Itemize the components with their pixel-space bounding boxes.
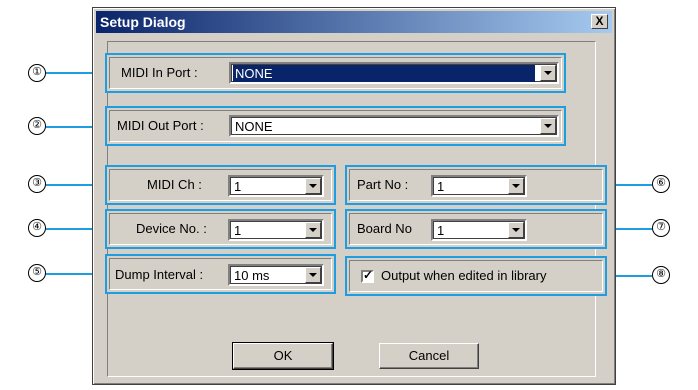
callout-1: ① xyxy=(28,64,46,82)
callout-7: ⑦ xyxy=(652,219,670,237)
title-bar[interactable]: Setup Dialog X xyxy=(96,11,612,33)
callout-2: ② xyxy=(28,117,46,135)
device-no-select[interactable]: 1 xyxy=(228,219,324,241)
midi-in-select[interactable]: NONE xyxy=(229,62,559,84)
board-no-dropdown-icon[interactable] xyxy=(508,222,524,238)
midi-ch-value: 1 xyxy=(234,179,242,194)
dump-interval-dropdown-icon[interactable] xyxy=(305,267,321,283)
dump-interval-label: Dump Interval : xyxy=(115,267,204,282)
ok-button[interactable]: OK xyxy=(232,342,334,370)
close-button[interactable]: X xyxy=(591,14,608,29)
part-no-group: Part No : 1 xyxy=(345,165,607,205)
midi-in-label: MIDI In Port : xyxy=(121,65,198,80)
output-edited-label[interactable]: Output when edited in library xyxy=(381,268,546,283)
midi-out-label: MIDI Out Port : xyxy=(117,118,204,133)
midi-out-value: NONE xyxy=(235,119,273,134)
callout-5: ⑤ xyxy=(28,264,46,282)
midi-in-dropdown-icon[interactable] xyxy=(540,65,556,81)
board-no-value: 1 xyxy=(437,223,445,238)
midi-out-group: MIDI Out Port : NONE xyxy=(105,106,566,146)
device-no-label: Device No. : xyxy=(136,221,207,236)
midi-in-group: MIDI In Port : NONE xyxy=(105,53,566,93)
midi-in-value: NONE xyxy=(233,65,535,82)
device-no-dropdown-icon[interactable] xyxy=(305,222,321,238)
board-no-group: Board No 1 xyxy=(345,209,607,249)
output-edited-group: ✓ Output when edited in library xyxy=(345,256,607,296)
part-no-value: 1 xyxy=(437,179,445,194)
callout-4: ④ xyxy=(28,219,46,237)
part-no-select[interactable]: 1 xyxy=(431,175,527,197)
dump-interval-select[interactable]: 10 ms xyxy=(228,264,324,286)
check-icon: ✓ xyxy=(363,268,374,282)
callout-8: ⑧ xyxy=(652,266,670,284)
output-edited-checkbox[interactable]: ✓ xyxy=(361,268,374,283)
part-no-label: Part No : xyxy=(357,177,409,192)
callout-3: ③ xyxy=(28,175,46,193)
part-no-dropdown-icon[interactable] xyxy=(508,178,524,194)
dump-interval-group: Dump Interval : 10 ms xyxy=(105,254,336,294)
midi-out-dropdown-icon[interactable] xyxy=(540,118,556,134)
cancel-button[interactable]: Cancel xyxy=(379,343,479,369)
device-no-value: 1 xyxy=(234,223,242,238)
board-no-select[interactable]: 1 xyxy=(431,219,527,241)
close-icon: X xyxy=(595,14,604,28)
dump-interval-value: 10 ms xyxy=(234,268,270,283)
midi-out-select[interactable]: NONE xyxy=(229,115,559,137)
midi-ch-dropdown-icon[interactable] xyxy=(305,178,321,194)
device-no-group: Device No. : 1 xyxy=(105,209,336,249)
setup-dialog: Setup Dialog X MIDI In Port : NONE MIDI … xyxy=(92,7,616,385)
midi-ch-label: MIDI Ch : xyxy=(147,177,202,192)
board-no-label: Board No xyxy=(357,221,412,236)
dialog-title: Setup Dialog xyxy=(100,14,186,30)
callout-6: ⑥ xyxy=(652,175,670,193)
midi-ch-select[interactable]: 1 xyxy=(228,175,324,197)
midi-ch-group: MIDI Ch : 1 xyxy=(105,165,336,205)
